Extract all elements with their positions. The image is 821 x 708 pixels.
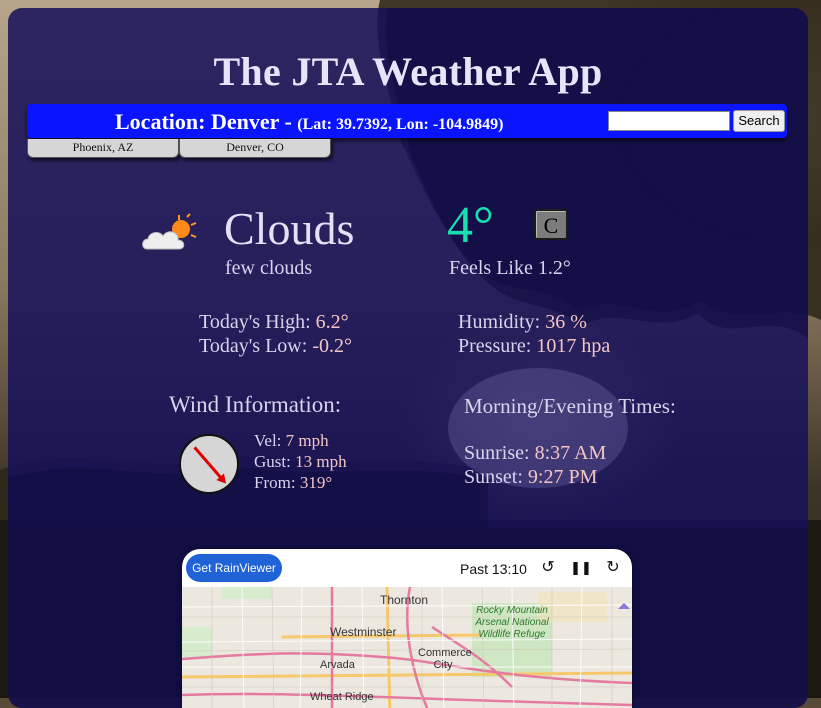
map-label-westminster: Westminster: [330, 625, 397, 639]
wind-gust-value: 13 mph: [295, 452, 347, 471]
pressure: Pressure: 1017 hpa: [458, 335, 610, 358]
condition-main: Clouds: [224, 203, 355, 254]
radar-map[interactable]: Thornton Westminster Arvada Commerce Cit…: [182, 586, 632, 708]
location-bar: Location: Denver - (Lat: 39.7392, Lon: -…: [27, 104, 787, 138]
location-heading: Location: Denver - (Lat: 39.7392, Lon: -…: [115, 109, 504, 135]
humidity: Humidity: 36 %: [458, 311, 587, 334]
location-label: Location: Denver -: [115, 109, 298, 134]
wind-gust-label: Gust:: [254, 452, 296, 471]
weather-panel: The JTA Weather App Location: Denver - (…: [8, 8, 808, 708]
radar-time-label: Past 13:10: [460, 561, 527, 577]
wind-compass: [179, 434, 239, 494]
forward-icon[interactable]: ↻: [599, 554, 627, 582]
rewind-icon[interactable]: ↺: [534, 554, 562, 582]
todays-low-value: -0.2°: [312, 335, 352, 357]
partly-cloudy-icon: [142, 213, 197, 250]
todays-high: Today's High: 6.2°: [199, 311, 349, 334]
wind-velocity-value: 7 mph: [285, 431, 329, 450]
wind-direction-arrow-icon: [193, 446, 227, 484]
times-heading: Morning/Evening Times:: [464, 394, 676, 418]
wind-velocity: Vel: 7 mph: [254, 431, 329, 451]
sunrise-label: Sunrise:: [464, 442, 535, 464]
todays-low-label: Today's Low:: [199, 335, 313, 357]
search-button[interactable]: Search: [733, 110, 785, 132]
sunset-label: Sunset:: [464, 466, 528, 488]
sunrise-value: 8:37 AM: [534, 442, 607, 464]
wind-velocity-label: Vel:: [254, 431, 286, 450]
pressure-value: 1017 hpa: [536, 335, 611, 357]
wind-heading: Wind Information:: [169, 392, 342, 417]
wind-from-value: 319°: [299, 473, 333, 492]
pressure-label: Pressure:: [458, 335, 537, 357]
map-label-rocky-mountain-arsenal: Rocky Mountain Arsenal National Wildlife…: [475, 605, 549, 640]
wind-from: From: 319°: [254, 473, 332, 493]
map-label-wheat-ridge: Wheat Ridge: [310, 691, 374, 703]
map-label-commerce-city: Commerce City: [418, 647, 472, 671]
current-temperature: 4°: [447, 197, 494, 254]
unit-toggle-button[interactable]: C: [534, 209, 568, 240]
todays-high-value: 6.2°: [315, 311, 349, 333]
todays-low: Today's Low: -0.2°: [199, 335, 352, 358]
saved-location-tab-phoenix[interactable]: Phoenix, AZ: [27, 139, 179, 158]
search-input[interactable]: [608, 111, 730, 131]
sunset-value: 9:27 PM: [527, 466, 598, 488]
pause-icon[interactable]: ❚❚: [567, 554, 595, 582]
wind-gust: Gust: 13 mph: [254, 452, 347, 472]
map-label-arvada: Arvada: [320, 659, 355, 671]
humidity-value: 36 %: [545, 311, 587, 333]
sunset: Sunset: 9:27 PM: [464, 466, 597, 489]
radar-widget: Get RainViewer Past 13:10 ↺ ❚❚ ↻ Thornto…: [182, 549, 632, 708]
location-coords: (Lat: 39.7392, Lon: -104.9849): [297, 116, 504, 133]
todays-high-label: Today's High:: [199, 311, 316, 333]
humidity-label: Humidity:: [458, 311, 546, 333]
get-rainviewer-button[interactable]: Get RainViewer: [186, 554, 282, 582]
map-label-thornton: Thornton: [380, 593, 429, 607]
app-title: The JTA Weather App: [213, 49, 603, 94]
wind-from-label: From:: [254, 473, 300, 492]
feels-like: Feels Like 1.2°: [449, 257, 571, 279]
sunrise: Sunrise: 8:37 AM: [464, 442, 606, 465]
saved-location-tab-denver[interactable]: Denver, CO: [179, 139, 331, 158]
condition-description: few clouds: [225, 257, 313, 279]
